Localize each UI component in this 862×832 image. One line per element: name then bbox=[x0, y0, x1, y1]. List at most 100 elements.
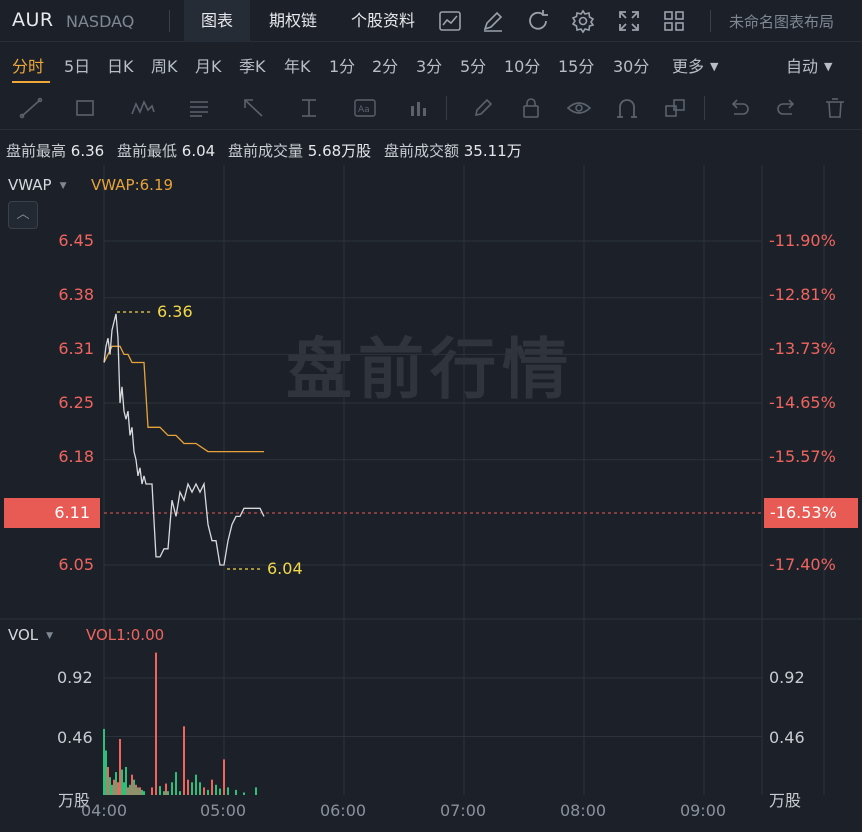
volume-bar bbox=[187, 779, 189, 795]
period-quarter-k[interactable]: 季K bbox=[239, 53, 266, 77]
trash-icon[interactable] bbox=[822, 96, 848, 120]
volume-bar bbox=[131, 774, 133, 795]
period-1min[interactable]: 1分 bbox=[329, 53, 355, 77]
period-5min[interactable]: 5分 bbox=[460, 53, 486, 77]
auto-scale-dropdown[interactable]: 自动 ▼ bbox=[786, 53, 832, 77]
period-10min[interactable]: 10分 bbox=[504, 53, 540, 77]
volume-bar bbox=[129, 784, 131, 795]
line-tool-icon[interactable] bbox=[18, 96, 44, 120]
redo-icon[interactable] bbox=[774, 96, 800, 120]
volume-bar bbox=[135, 784, 137, 795]
period-month-k[interactable]: 月K bbox=[195, 53, 222, 77]
period-3min[interactable]: 3分 bbox=[416, 53, 442, 77]
chart-canvas[interactable] bbox=[0, 165, 862, 832]
time-tick: 07:00 bbox=[439, 801, 487, 820]
low-value: 6.04 bbox=[181, 142, 216, 160]
tab-stock-profile[interactable]: 个股资料 bbox=[340, 0, 426, 42]
period-day-k[interactable]: 日K bbox=[107, 53, 134, 77]
layout-grid-icon[interactable] bbox=[661, 8, 687, 34]
volume-label: 盘前成交量 bbox=[227, 142, 303, 160]
collapse-button[interactable]: ︿ bbox=[8, 201, 38, 229]
more-periods-dropdown[interactable]: 更多 ▼ bbox=[672, 53, 718, 77]
period-timeshare[interactable]: 分时 bbox=[12, 53, 44, 77]
refresh-icon[interactable] bbox=[525, 8, 551, 34]
period-bar: 分时 5日 日K 周K 月K 季K 年K 1分 2分 3分 5分 10分 15分… bbox=[0, 43, 862, 85]
vwap-value: VWAP:6.19 bbox=[91, 176, 174, 194]
volume-bar bbox=[163, 791, 165, 795]
bar-tool-icon[interactable] bbox=[406, 96, 432, 120]
volume-bar bbox=[123, 782, 125, 795]
pct-tick: -14.65% bbox=[769, 393, 836, 412]
volume-bar bbox=[137, 787, 139, 795]
volume-bar bbox=[215, 784, 217, 795]
volume-bar bbox=[105, 750, 107, 795]
fullscreen-icon[interactable] bbox=[616, 8, 642, 34]
low-marker-label: 6.04 bbox=[267, 559, 303, 578]
price-tick: 6.38 bbox=[58, 285, 94, 304]
volume-bar bbox=[235, 789, 237, 795]
volume-bar bbox=[139, 787, 141, 795]
pct-tick: -15.57% bbox=[769, 447, 836, 466]
divider bbox=[446, 96, 447, 120]
volume-bar bbox=[141, 789, 143, 795]
indicator-icon[interactable] bbox=[437, 8, 463, 34]
volume-bar bbox=[175, 772, 177, 795]
volume-bar bbox=[183, 726, 185, 795]
rectangle-tool-icon[interactable] bbox=[72, 96, 98, 120]
lock-icon[interactable] bbox=[518, 96, 544, 120]
wave-tool-icon[interactable] bbox=[130, 96, 156, 120]
tab-chart[interactable]: 图表 bbox=[184, 0, 250, 42]
high-value: 6.36 bbox=[70, 142, 105, 160]
period-30min[interactable]: 30分 bbox=[613, 53, 649, 77]
pct-tick: -12.81% bbox=[769, 285, 836, 304]
tab-options-chain[interactable]: 期权链 bbox=[256, 0, 330, 42]
caret-down-icon: ▼ bbox=[710, 60, 719, 73]
price-range-tool-icon[interactable] bbox=[296, 96, 322, 120]
vol-indicator-dropdown[interactable]: VOL ▼ bbox=[8, 626, 53, 644]
vol-tick: 0.46 bbox=[57, 728, 93, 747]
period-5day[interactable]: 5日 bbox=[64, 53, 90, 77]
high-marker-label: 6.36 bbox=[157, 302, 193, 321]
caret-down-icon: ▼ bbox=[46, 631, 54, 641]
volume-bar bbox=[111, 784, 113, 795]
fib-tool-icon[interactable] bbox=[186, 96, 212, 120]
draw-edit-icon[interactable] bbox=[480, 8, 506, 34]
magnet-icon[interactable] bbox=[614, 96, 640, 120]
period-year-k[interactable]: 年K bbox=[284, 53, 311, 77]
pencil-icon[interactable] bbox=[470, 96, 496, 120]
exchange-name: NASDAQ bbox=[66, 12, 135, 31]
volume-bar bbox=[223, 759, 225, 795]
layout-name-button[interactable]: 未命名图表布局 bbox=[729, 11, 834, 32]
eye-icon[interactable] bbox=[566, 96, 592, 120]
undo-icon[interactable] bbox=[726, 96, 752, 120]
volume-bar bbox=[125, 767, 127, 795]
time-tick: 04:00 bbox=[80, 801, 128, 820]
settings-gear-icon[interactable] bbox=[570, 8, 596, 34]
volume-bar bbox=[219, 788, 221, 795]
period-15min[interactable]: 15分 bbox=[558, 53, 594, 77]
volume-bar bbox=[195, 774, 197, 795]
divider bbox=[704, 96, 705, 120]
vwap-line bbox=[103, 345, 264, 453]
vwap-indicator-dropdown[interactable]: VWAP ▼ bbox=[8, 176, 67, 194]
volume-bar bbox=[121, 769, 123, 795]
price-tick: 6.18 bbox=[58, 447, 94, 466]
period-2min[interactable]: 2分 bbox=[372, 53, 398, 77]
pct-tick: -11.90% bbox=[769, 231, 836, 250]
divider bbox=[169, 10, 170, 32]
volume-bar bbox=[117, 782, 119, 795]
layers-icon[interactable] bbox=[662, 96, 688, 120]
vwap-name: VWAP bbox=[8, 176, 52, 194]
text-tool-icon[interactable]: Aa bbox=[352, 96, 378, 120]
vol-value: VOL1:0.00 bbox=[86, 626, 165, 644]
vol-tick: 0.92 bbox=[57, 668, 93, 687]
caret-down-icon: ▼ bbox=[824, 60, 833, 73]
volume-bar bbox=[211, 779, 213, 795]
volume-bar bbox=[133, 779, 135, 795]
period-week-k[interactable]: 周K bbox=[151, 53, 178, 77]
top-header: AUR NASDAQ 图表 期权链 个股资料 未命名图表布局 bbox=[0, 0, 862, 42]
volume-bar bbox=[127, 787, 129, 795]
caret-down-icon: ▼ bbox=[59, 181, 67, 191]
arrow-tool-icon[interactable] bbox=[240, 96, 266, 120]
volume-bar bbox=[167, 791, 169, 795]
